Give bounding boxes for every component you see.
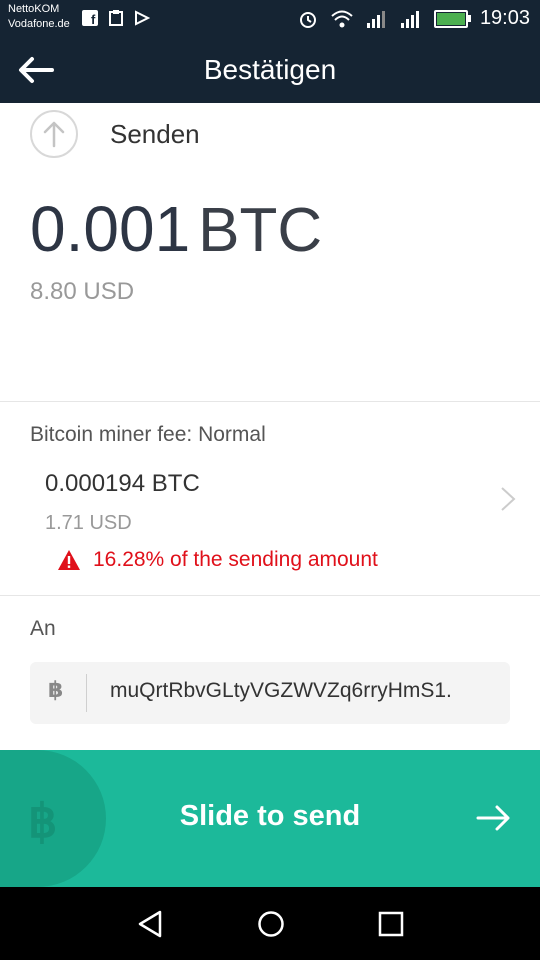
divider [0,401,540,402]
recipient-label: An [30,617,56,640]
facebook-icon: f [82,10,98,26]
carrier-info: NettoKOM Vodafone.de [8,2,70,32]
recipient-address-field[interactable]: ฿ muQrtRbvGLtyVGZWVZq6rryHmS1. [30,662,510,724]
nav-recent-apps-icon[interactable] [377,910,405,938]
fee-warning-text: 16.28% of the sending amount [93,548,378,571]
signal-icon [400,10,419,28]
slide-to-send-label: Slide to send [179,800,361,832]
battery-charging-icon [433,9,471,28]
fee-fiat: 1.71 USD [45,512,132,534]
fee-label: Bitcoin miner fee: Normal [30,423,266,446]
app-bar: Bestätigen [0,40,540,103]
separator [86,674,87,712]
nav-home-icon[interactable] [256,909,286,939]
amount-unit: BTC [198,196,323,265]
bitcoin-icon: ฿ [48,678,64,703]
status-bar: NettoKOM Vodafone.de f 19:03 [0,0,540,40]
chevron-right-icon [501,487,516,511]
carrier-name-2: Vodafone.de [8,18,70,30]
nav-back-icon[interactable] [136,909,166,939]
clock: 19:03 [479,7,530,29]
svg-text:f: f [91,12,96,26]
play-store-icon [135,10,150,26]
send-amount: 0.001 BTC [30,192,322,266]
divider [0,595,540,596]
amount-fiat: 8.80 USD [30,278,135,305]
amount-value: 0.001 [30,193,191,265]
system-nav-bar [0,887,540,960]
arrow-right-icon [476,805,510,831]
warning-icon [58,550,80,570]
recipient-address: muQrtRbvGLtyVGZWVZq6rryHmS1. [110,679,452,702]
page-title: Bestätigen [203,54,337,85]
fee-value: 0.000194 BTC [45,470,200,497]
clipboard-icon [109,10,123,26]
status-icons: 19:03 [298,7,530,30]
carrier-name-1: NettoKOM [8,3,60,15]
transaction-type-label: Senden [110,118,200,149]
alarm-icon [299,11,316,28]
fee-selector[interactable]: 0.000194 BTC 1.71 USD 16.28% of the send… [30,462,520,582]
notification-icons: f [82,10,150,26]
signal-icon [366,10,385,28]
slide-to-send[interactable]: ฿ Slide to send [0,750,540,887]
transaction-type: Senden [30,108,200,160]
wifi-icon [331,10,353,27]
arrow-up-circle-icon [30,110,78,158]
fee-warning: 16.28% of the sending amount [45,548,378,572]
